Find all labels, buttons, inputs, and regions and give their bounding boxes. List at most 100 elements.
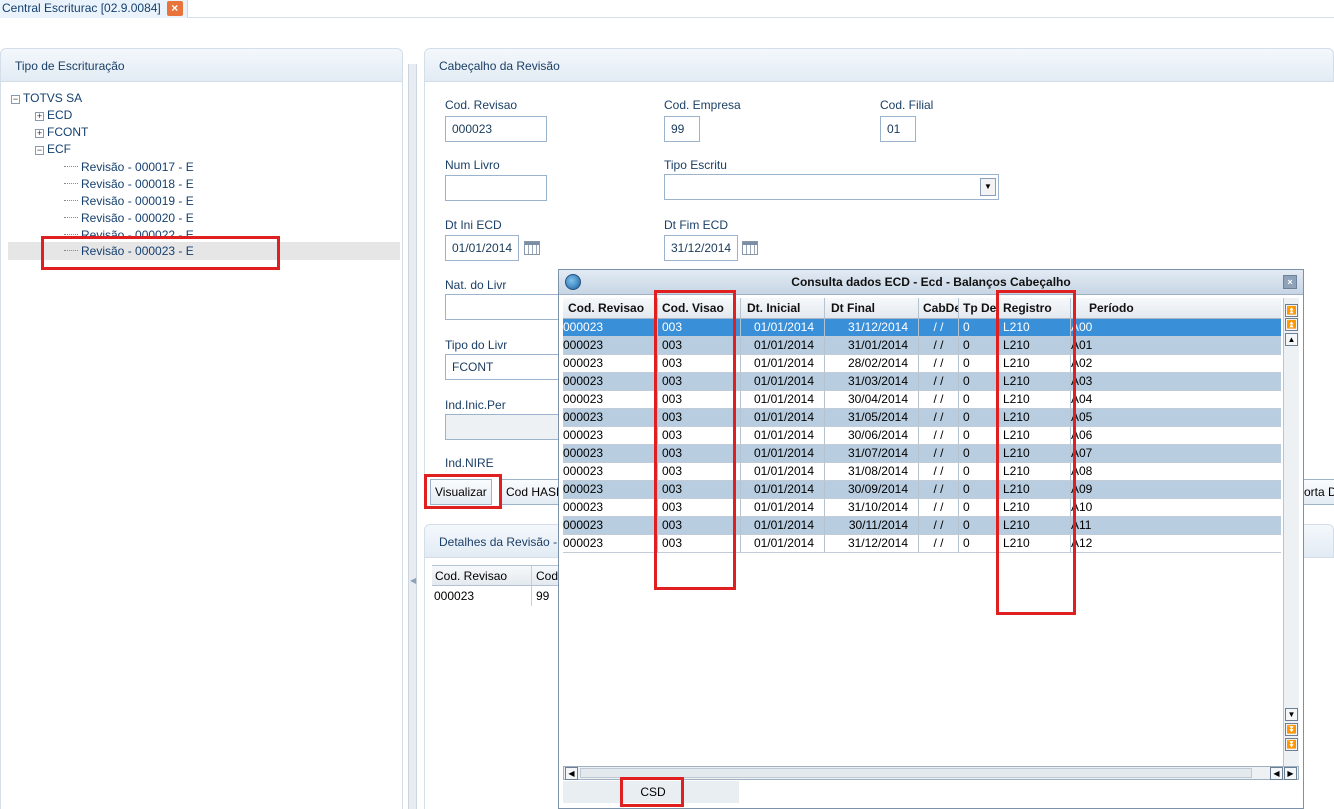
table-cell: 01/01/2014 (741, 499, 825, 516)
panel-splitter[interactable]: ◀ (408, 64, 417, 809)
dt-fim-field[interactable]: 31/12/2014 (664, 235, 738, 261)
ind-inic-label: Ind.Inic.Per (445, 398, 506, 412)
table-cell: 0 (959, 355, 999, 372)
table-cell: 31/01/2014 (825, 337, 919, 354)
column-header[interactable]: CabDe (919, 298, 959, 318)
cod-revisao-label: Cod. Revisao (445, 98, 518, 112)
table-cell: A12 (1071, 536, 1093, 550)
num-livro-field[interactable] (445, 175, 547, 201)
table-cell: 30/11/2014 (825, 517, 919, 534)
table-cell: 0 (959, 481, 999, 498)
tree-node-totvs[interactable]: − TOTVS SA (11, 90, 82, 106)
table-cell: 0 (959, 373, 999, 390)
table-cell: A05 (1071, 410, 1093, 424)
table-row[interactable]: 000023 99 (432, 586, 562, 606)
tipo-escritu-label: Tipo Escritu (664, 158, 727, 172)
table-cell: A09 (1071, 482, 1093, 496)
tipo-escritu-select[interactable]: ▼ (664, 174, 999, 200)
expand-icon[interactable]: + (35, 112, 44, 121)
table-cell: 31/05/2014 (825, 409, 919, 426)
table-cell: 0 (959, 499, 999, 516)
cod-filial-field[interactable]: 01 (880, 116, 916, 142)
table-cell: A10 (1071, 500, 1093, 514)
table-cell: 01/01/2014 (741, 517, 825, 534)
scroll-down-icon[interactable]: ▼ (1285, 708, 1298, 721)
table-cell: 000023 (563, 355, 658, 372)
table-cell: 01/01/2014 (741, 445, 825, 462)
scroll-up-icon[interactable]: ▲ (1285, 333, 1298, 346)
table-cell: / / (919, 373, 959, 390)
column-header[interactable]: Cod. Revisao (563, 298, 658, 318)
dt-fim-label: Dt Fim ECD (664, 218, 728, 232)
table-cell: 000023 (563, 517, 658, 534)
ind-inic-select[interactable] (445, 414, 560, 440)
cod-revisao-field[interactable]: 000023 (445, 116, 547, 142)
expand-icon[interactable]: + (35, 129, 44, 138)
tab-central-escriturac[interactable]: Central Escriturac [02.9.0084] × (0, 0, 188, 18)
scroll-bottom-icon[interactable]: ⏬ (1285, 738, 1298, 751)
nat-livro-field[interactable] (445, 294, 560, 320)
table-cell: 000023 (563, 319, 658, 336)
grid-vertical-scrollbar[interactable]: ⏫ ⏫ ▲ ▼ ⏬ ⏬ (1283, 298, 1299, 766)
scroll-right-icon[interactable]: ▶ (1284, 767, 1297, 780)
tree-node-fcont[interactable]: + FCONT (35, 124, 88, 140)
tree-node-ecd[interactable]: + ECD (35, 107, 72, 123)
table-cell: 0 (959, 319, 999, 336)
scroll-left-icon[interactable]: ◀ (1270, 767, 1283, 780)
table-cell: A11 (1071, 518, 1092, 532)
cod-empresa-field[interactable]: 99 (664, 116, 700, 142)
table-cell: 01/01/2014 (741, 535, 825, 552)
table-cell: 0 (959, 517, 999, 534)
scroll-page-down-icon[interactable]: ⏬ (1285, 723, 1298, 736)
tree-item-revision[interactable]: Revisão - 000020 - E (64, 210, 194, 226)
table-cell: / / (919, 517, 959, 534)
nat-livro-label: Nat. do Livr (445, 278, 507, 292)
table-cell: 28/02/2014 (825, 355, 919, 372)
chevron-down-icon[interactable]: ▼ (980, 178, 996, 196)
column-header[interactable]: Dt Final (825, 298, 919, 318)
table-cell: 0 (959, 463, 999, 480)
dt-ini-field[interactable]: 01/01/2014 (445, 235, 519, 261)
calendar-icon[interactable] (524, 241, 540, 255)
table-cell: / / (919, 535, 959, 552)
column-header[interactable]: Tp De (959, 298, 999, 318)
column-header[interactable]: Cod. Revisao (432, 566, 532, 585)
table-cell: A03 (1071, 374, 1093, 388)
table-cell: 30/04/2014 (825, 391, 919, 408)
table-cell: 01/01/2014 (741, 409, 825, 426)
highlight-cod-visao-column (654, 290, 736, 590)
table-cell: 01/01/2014 (741, 463, 825, 480)
table-cell: A08 (1071, 464, 1093, 478)
table-cell: 0 (959, 445, 999, 462)
close-icon[interactable]: × (166, 1, 183, 16)
table-cell: / / (919, 391, 959, 408)
chevron-left-icon[interactable]: ◀ (410, 576, 416, 585)
cod-hash-button[interactable]: Cod HASH (501, 479, 561, 505)
scroll-left-icon[interactable]: ◀ (565, 767, 578, 780)
tipo-livro-field[interactable]: FCONT (445, 354, 560, 380)
table-cell: 31/12/2014 (825, 319, 919, 336)
column-header[interactable]: Período (1071, 298, 1281, 318)
table-cell: A00 (1071, 320, 1093, 334)
tree-item-revision[interactable]: Revisão - 000018 - E (64, 176, 194, 192)
column-header[interactable]: Dt. Inicial (741, 298, 825, 318)
calendar-icon[interactable] (742, 241, 758, 255)
table-cell: 31/08/2014 (825, 463, 919, 480)
collapse-icon[interactable]: − (35, 146, 44, 155)
ind-nire-label: Ind.NIRE (445, 456, 494, 470)
close-icon[interactable]: × (1283, 275, 1297, 289)
tree-item-revision[interactable]: Revisão - 000017 - E (64, 159, 194, 175)
table-cell: 000023 (563, 427, 658, 444)
scroll-page-up-icon[interactable]: ⏫ (1285, 318, 1298, 331)
tree-node-ecf[interactable]: − ECF (35, 141, 71, 157)
table-cell: / / (919, 337, 959, 354)
tree-item-revision[interactable]: Revisão - 000019 - E (64, 193, 194, 209)
collapse-icon[interactable]: − (11, 95, 20, 104)
table-cell: 000023 (563, 337, 658, 354)
scroll-top-icon[interactable]: ⏫ (1285, 304, 1298, 317)
tab-bar: Central Escriturac [02.9.0084] × (0, 0, 1334, 18)
table-cell: 01/01/2014 (741, 373, 825, 390)
table-cell: 0 (959, 337, 999, 354)
porta-button[interactable]: orta D (1301, 479, 1334, 505)
dt-ini-label: Dt Ini ECD (445, 218, 502, 232)
